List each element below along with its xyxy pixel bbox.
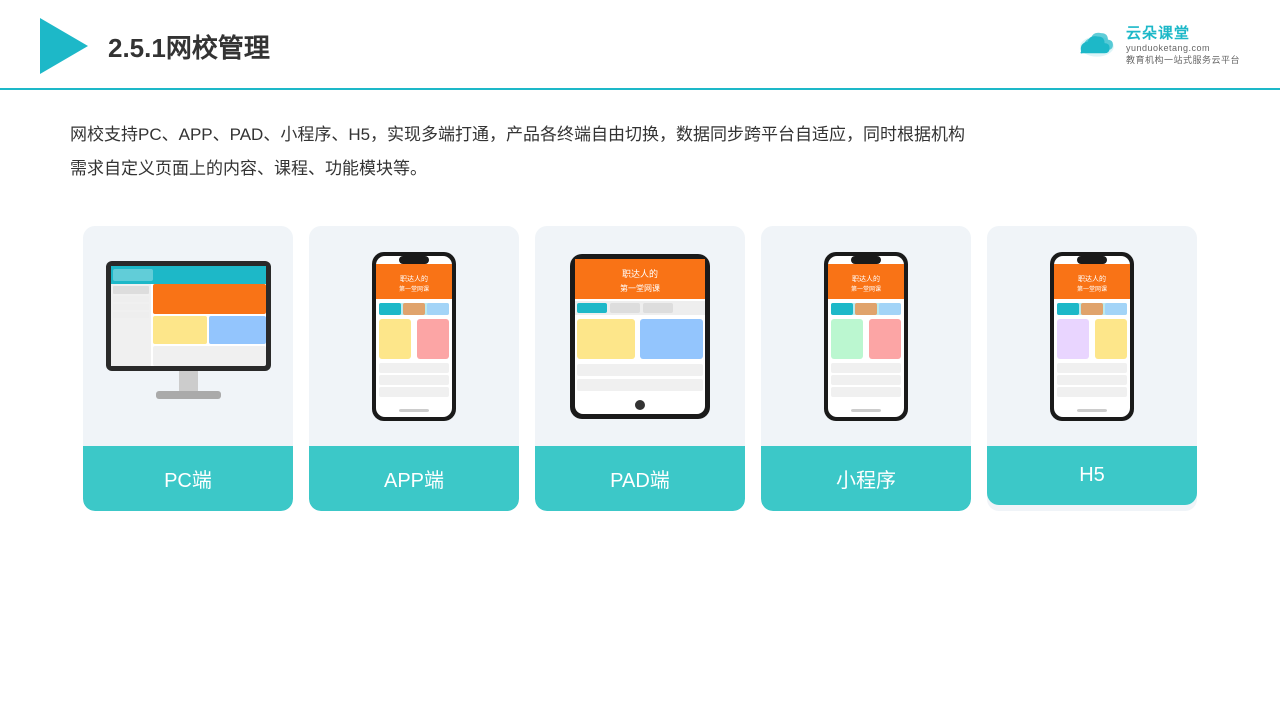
card-h5-image: 职达人的 第一堂网课 — [987, 226, 1197, 446]
svg-text:职达人的: 职达人的 — [622, 268, 658, 279]
card-pc-image — [83, 226, 293, 446]
description-text: 网校支持PC、APP、PAD、小程序、H5，实现多端打通，产品各终端自由切换，数… — [0, 90, 1280, 206]
card-mini: 职达人的 第一堂网课 小程序 — [761, 226, 971, 511]
brand-text: 云朵课堂 yunduoketang.com 教育机构一站式服务云平台 — [1126, 22, 1240, 66]
page-title: 2.5.1网校管理 — [108, 28, 270, 65]
brand-tagline: 教育机构一站式服务云平台 — [1126, 53, 1240, 66]
svg-text:第一堂网课: 第一堂网课 — [851, 285, 881, 293]
card-pad-label: PAD端 — [535, 446, 745, 511]
card-mini-image: 职达人的 第一堂网课 — [761, 226, 971, 446]
card-pc-label: PC端 — [83, 446, 293, 511]
brand-logo: 云朵课堂 yunduoketang.com 教育机构一站式服务云平台 — [1076, 22, 1240, 66]
card-mini-label: 小程序 — [761, 446, 971, 511]
svg-text:职达人的: 职达人的 — [400, 274, 428, 283]
app-phone-icon: 职达人的 第一堂网课 — [369, 249, 459, 424]
svg-text:第一堂网课: 第一堂网课 — [620, 283, 660, 293]
svg-text:第一堂网课: 第一堂网课 — [399, 285, 429, 293]
logo-triangle-icon — [40, 18, 88, 74]
card-h5: 职达人的 第一堂网课 H5 — [987, 226, 1197, 511]
card-app: 职达人的 第一堂网课 APP端 — [309, 226, 519, 511]
pc-monitor-icon — [101, 251, 276, 421]
page-header: 2.5.1网校管理 云朵课堂 yunduoketang.com 教育机构一站式服… — [0, 0, 1280, 90]
svg-text:第一堂网课: 第一堂网课 — [1077, 285, 1107, 293]
svg-text:职达人的: 职达人的 — [852, 274, 880, 283]
card-app-label: APP端 — [309, 446, 519, 511]
pad-tablet-icon: 职达人的 第一堂网课 — [565, 249, 715, 424]
card-app-image: 职达人的 第一堂网课 — [309, 226, 519, 446]
h5-phone-icon: 职达人的 第一堂网课 — [1047, 249, 1137, 424]
brand-name: 云朵课堂 — [1126, 22, 1190, 43]
card-pad: 职达人的 第一堂网课 PAD端 — [535, 226, 745, 511]
card-pc: PC端 — [83, 226, 293, 511]
brand-url: yunduoketang.com — [1126, 43, 1210, 53]
cards-container: PC端 职达人的 第一堂网课 — [0, 206, 1280, 511]
cloud-icon — [1076, 28, 1118, 60]
description-paragraph: 网校支持PC、APP、PAD、小程序、H5，实现多端打通，产品各终端自由切换，数… — [70, 118, 1210, 186]
mini-phone-icon: 职达人的 第一堂网课 — [821, 249, 911, 424]
card-pad-image: 职达人的 第一堂网课 — [535, 226, 745, 446]
svg-text:职达人的: 职达人的 — [1078, 274, 1106, 283]
card-h5-label: H5 — [987, 446, 1197, 505]
